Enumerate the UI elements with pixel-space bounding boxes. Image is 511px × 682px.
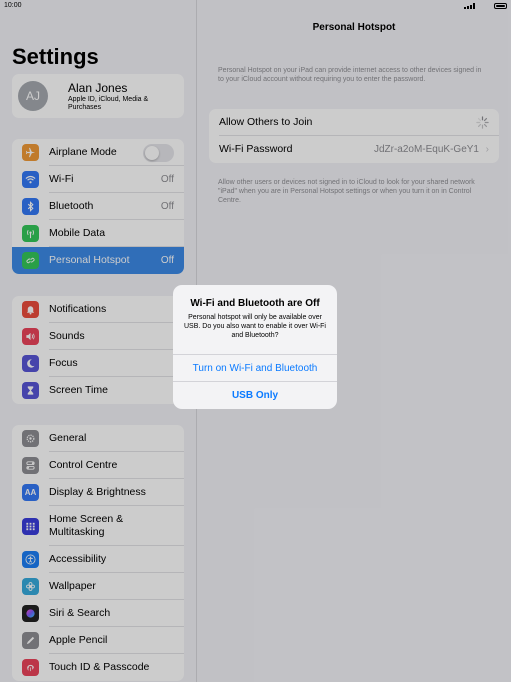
- alert-title: Wi-Fi and Bluetooth are Off: [190, 298, 320, 309]
- alert-message: Personal hotspot will only be available …: [183, 314, 326, 339]
- turn-on-wifi-bluetooth-button[interactable]: Turn on Wi-Fi and Bluetooth: [173, 354, 337, 381]
- usb-only-button[interactable]: USB Only: [173, 381, 337, 408]
- wifi-bluetooth-off-alert: Wi-Fi and Bluetooth are Off Personal hot…: [173, 285, 337, 409]
